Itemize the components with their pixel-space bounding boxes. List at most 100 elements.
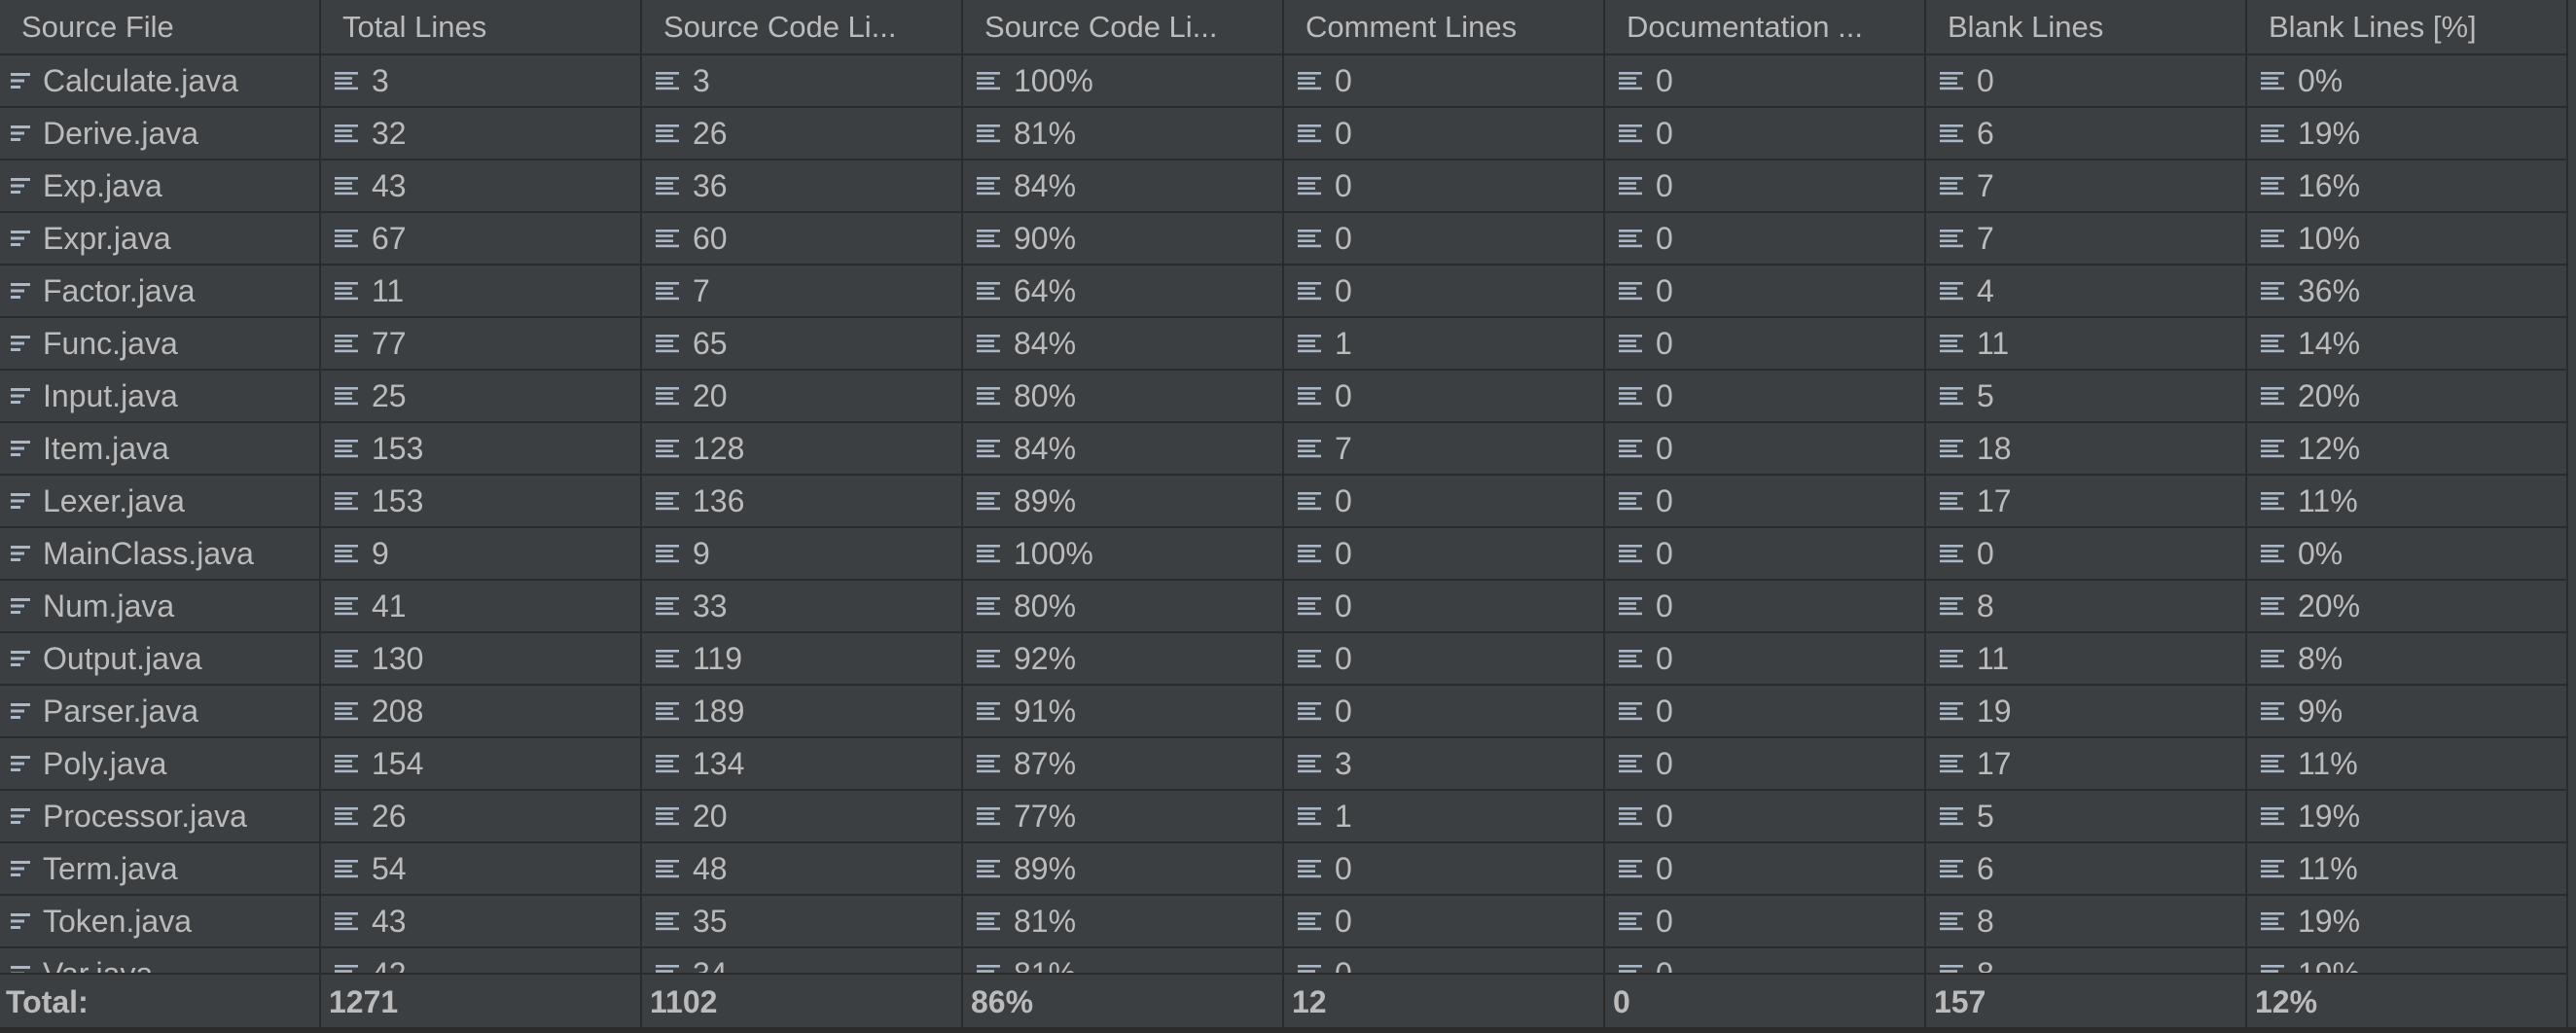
table-row[interactable]: Num.java 41 33 80% 0 0 8 20% [0, 581, 2568, 633]
align-lines-icon [654, 595, 681, 617]
align-lines-icon [975, 543, 1002, 564]
table-row[interactable]: Func.java 77 65 84% 1 0 11 14% [0, 318, 2568, 371]
cell-comment-lines: 1 [1284, 318, 1605, 369]
align-lines-icon [333, 490, 360, 512]
table-row[interactable]: Term.java 54 48 89% 0 0 6 11% [0, 843, 2568, 896]
cell-text: 0 [1656, 536, 1673, 571]
align-lines-icon [2259, 858, 2286, 879]
cell-total-lines: 67 [321, 213, 642, 264]
column-header-source-code-lines[interactable]: Source Code Li... [642, 0, 963, 53]
cell-blank-lines: 18 [1926, 423, 2247, 474]
table-header: Source File Total Lines Source Code Li..… [0, 0, 2568, 55]
cell-comment-lines: 0 [1284, 528, 1605, 579]
cell-text: Input.java [43, 378, 178, 413]
cell-text: 10% [2298, 221, 2361, 256]
align-lines-icon [654, 333, 681, 354]
align-lines-icon [975, 385, 1002, 407]
table-row[interactable]: Item.java 153 128 84% 7 0 18 12% [0, 423, 2568, 476]
file-lines-icon [10, 333, 33, 354]
cell-text: 60 [693, 221, 728, 256]
cell-text: 43 [372, 904, 407, 939]
cell-blank-lines-percent: 11% [2247, 738, 2568, 789]
column-header-source-code-lines-percent[interactable]: Source Code Li... [963, 0, 1284, 53]
cell-blank-lines-percent: 19% [2247, 791, 2568, 841]
table-row[interactable]: Input.java 25 20 80% 0 0 5 20% [0, 371, 2568, 423]
align-lines-icon [333, 385, 360, 407]
column-header-blank-lines-percent[interactable]: Blank Lines [%] [2247, 0, 2568, 53]
cell-total-lines: 153 [321, 423, 642, 474]
align-lines-icon [1296, 910, 1323, 932]
cell-text: 0 [1656, 851, 1673, 886]
cell-source-code-percent: 80% [963, 581, 1284, 631]
cell-text: 119 [693, 641, 743, 676]
cell-total-lines: 153 [321, 476, 642, 526]
cell-text: 0 [1656, 326, 1673, 361]
cell-total-lines: 41 [321, 581, 642, 631]
align-lines-icon [1617, 858, 1644, 879]
table-row[interactable]: Processor.java 26 20 77% 1 0 5 19% [0, 791, 2568, 843]
cell-text: 1 [1335, 326, 1352, 361]
align-lines-icon [2259, 123, 2286, 144]
cell-text: Calculate.java [43, 63, 238, 98]
table-row[interactable]: Token.java 43 35 81% 0 0 8 19% [0, 896, 2568, 948]
cell-text: Parser.java [43, 694, 199, 729]
table-row[interactable]: Calculate.java 3 3 100% 0 0 0 0% [0, 55, 2568, 108]
cell-text: 0 [1656, 221, 1673, 256]
column-header-total-lines[interactable]: Total Lines [321, 0, 642, 53]
cell-blank-lines-percent: 11% [2247, 476, 2568, 526]
table-row[interactable]: Factor.java 11 7 64% 0 0 4 36% [0, 266, 2568, 318]
cell-text: 0 [1656, 588, 1673, 623]
align-lines-icon [1296, 70, 1323, 91]
table-row[interactable]: Output.java 130 119 92% 0 0 11 8% [0, 633, 2568, 686]
align-lines-icon [975, 595, 1002, 617]
cell-text: 153 [372, 431, 424, 466]
align-lines-icon [333, 438, 360, 459]
column-header-comment-lines[interactable]: Comment Lines [1284, 0, 1605, 53]
column-header-documentation[interactable]: Documentation ... [1605, 0, 1926, 53]
align-lines-icon [2259, 910, 2286, 932]
cell-text: 36 [693, 168, 728, 203]
table-row[interactable]: Derive.java 32 26 81% 0 0 6 19% [0, 108, 2568, 160]
cell-blank-lines-percent: 8% [2247, 633, 2568, 684]
cell-text: 33 [693, 588, 728, 623]
column-header-blank-lines[interactable]: Blank Lines [1926, 0, 2247, 53]
cell-blank-lines: 7 [1926, 213, 2247, 264]
file-lines-icon [10, 175, 33, 196]
align-lines-icon [654, 228, 681, 249]
file-lines-icon [10, 490, 33, 512]
align-lines-icon [1296, 543, 1323, 564]
cell-blank-lines: 6 [1926, 108, 2247, 159]
cell-text: 0 [1656, 431, 1673, 466]
file-lines-icon [10, 805, 33, 827]
cell-source-code-lines: 35 [642, 896, 963, 946]
column-header-source-file[interactable]: Source File [0, 0, 321, 53]
cell-text: Num.java [43, 588, 175, 623]
cell-total-lines: 154 [321, 738, 642, 789]
align-lines-icon [1938, 280, 1965, 302]
table-row[interactable]: MainClass.java 9 9 100% 0 0 0 0% [0, 528, 2568, 581]
cell-text: 20% [2298, 588, 2361, 623]
table-row[interactable]: Parser.java 208 189 91% 0 0 19 9% [0, 686, 2568, 738]
align-lines-icon [1938, 175, 1965, 196]
align-lines-icon [975, 228, 1002, 249]
file-lines-icon [10, 910, 33, 932]
align-lines-icon [1296, 438, 1323, 459]
table-row[interactable]: Expr.java 67 60 90% 0 0 7 10% [0, 213, 2568, 266]
cell-source-code-percent: 92% [963, 633, 1284, 684]
cell-comment-lines: 0 [1284, 633, 1605, 684]
table-row[interactable]: Poly.java 154 134 87% 3 0 17 11% [0, 738, 2568, 791]
table-row[interactable]: Lexer.java 153 136 89% 0 0 17 11% [0, 476, 2568, 528]
align-lines-icon [1938, 385, 1965, 407]
cell-blank-lines-percent: 20% [2247, 581, 2568, 631]
table-row[interactable]: Exp.java 43 36 84% 0 0 7 16% [0, 160, 2568, 213]
align-lines-icon [975, 280, 1002, 302]
totals-row: Total: 1271 1102 86% 12 0 157 12% [0, 973, 2568, 1029]
cell-blank-lines: 17 [1926, 738, 2247, 789]
align-lines-icon [333, 910, 360, 932]
cell-blank-lines-percent: 0% [2247, 55, 2568, 106]
table-body: Calculate.java 3 3 100% 0 0 0 0% Derive.java 32 26… [0, 55, 2568, 1001]
cell-documentation: 0 [1605, 633, 1926, 684]
cell-text: 0 [1335, 168, 1352, 203]
cell-source-file: Expr.java [0, 213, 321, 264]
align-lines-icon [975, 858, 1002, 879]
